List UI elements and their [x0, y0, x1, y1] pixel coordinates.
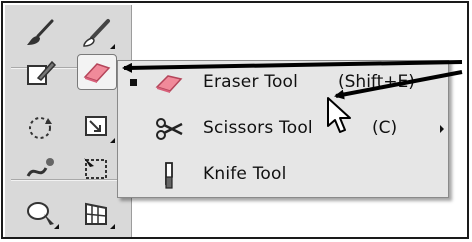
screenshot-frame: Eraser Tool (Shift+E) Scissors Tool (C) …	[1, 1, 469, 239]
rotate-tool[interactable]	[21, 109, 61, 145]
shaper-tool[interactable]	[21, 55, 61, 91]
mouse-cursor-icon	[327, 97, 351, 133]
eraser-tool-flyout-menu: Eraser Tool (Shift+E) Scissors Tool (C) …	[117, 60, 449, 198]
warp-tool[interactable]	[21, 151, 61, 187]
tools-panel	[5, 5, 132, 237]
shape-builder-icon	[27, 202, 54, 225]
brush-icon	[27, 19, 54, 45]
free-transform-tool[interactable]	[77, 151, 117, 187]
menu-item-label: Eraser Tool	[203, 72, 299, 92]
shape-builder-tool[interactable]	[21, 195, 61, 231]
menu-item-scissors-tool[interactable]: Scissors Tool (C)	[118, 109, 448, 149]
perspective-grid-icon	[85, 202, 107, 225]
free-transform-icon	[84, 158, 107, 179]
menu-item-shortcut: (Shift+E)	[338, 72, 415, 92]
flyout-indicator	[110, 224, 115, 229]
blob-brush-icon	[83, 19, 110, 47]
brush-tool[interactable]	[21, 15, 61, 51]
menu-item-shortcut: (C)	[372, 118, 398, 138]
eraser-icon	[83, 63, 111, 83]
perspective-grid-tool[interactable]	[77, 195, 117, 231]
menu-item-label: Knife Tool	[203, 164, 287, 184]
menu-item-eraser-tool[interactable]: Eraser Tool (Shift+E)	[118, 63, 448, 103]
flyout-indicator	[110, 44, 115, 49]
eraser-icon	[155, 75, 183, 93]
flyout-indicator	[110, 138, 115, 143]
eraser-tool-button[interactable]	[77, 54, 117, 90]
scale-tool[interactable]	[77, 109, 117, 145]
rotate-icon	[29, 117, 52, 139]
chevron-right-icon	[440, 125, 444, 133]
selected-bullet-icon	[130, 79, 137, 86]
blob-brush-tool[interactable]	[77, 15, 117, 51]
warp-icon	[26, 158, 54, 177]
knife-icon	[165, 162, 173, 189]
flyout-indicator	[54, 224, 59, 229]
menu-item-knife-tool[interactable]: Knife Tool	[118, 155, 448, 195]
scale-icon	[85, 116, 107, 136]
menu-item-label: Scissors Tool	[203, 118, 313, 138]
scissors-icon	[156, 118, 183, 140]
shaper-icon	[27, 60, 57, 85]
